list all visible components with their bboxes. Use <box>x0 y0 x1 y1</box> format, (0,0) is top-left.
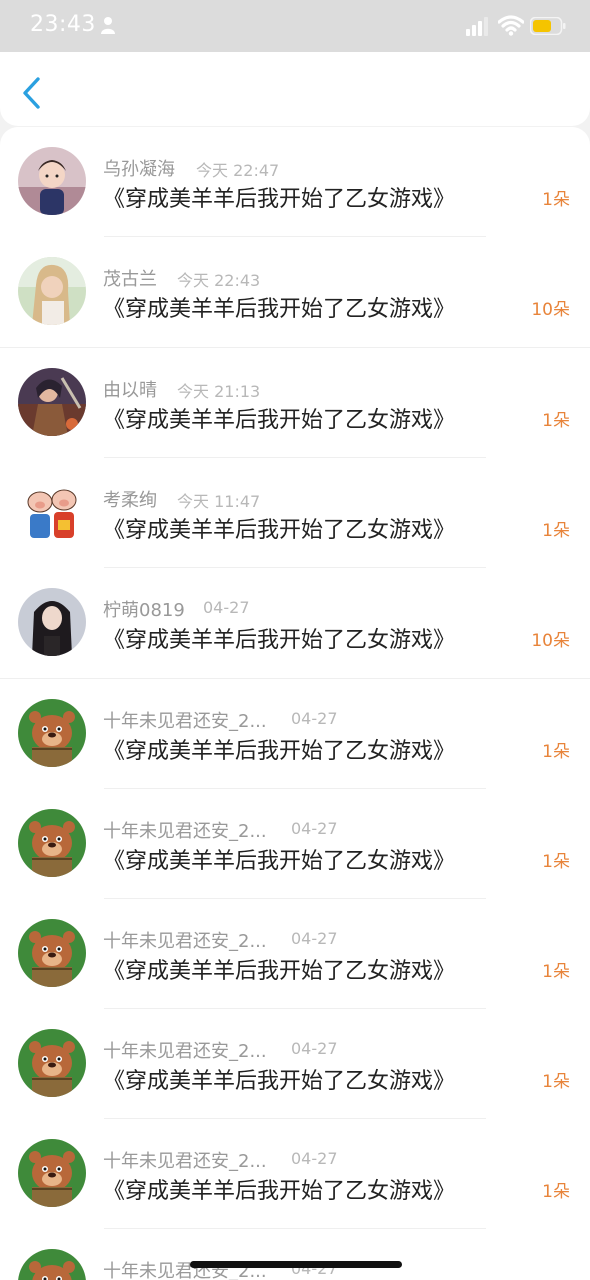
avatar[interactable] <box>18 1029 86 1097</box>
flower-count: 1朵 <box>542 190 570 210</box>
avatar[interactable] <box>18 147 86 215</box>
timestamp: 今天 11:47 <box>177 492 261 511</box>
cartoon-bear <box>18 919 86 987</box>
book-title: 《穿成美羊羊后我开始了乙女游戏》 <box>103 187 456 212</box>
user-name[interactable]: 十年未见君还安_2... <box>103 927 267 953</box>
list-item[interactable]: 十年未见君还安_2... 04-27 《穿成美羊羊后我开始了乙女游戏》 1朵 <box>0 789 590 899</box>
list-item[interactable]: 由以晴 今天 21:13 《穿成美羊羊后我开始了乙女游戏》 1朵 <box>0 348 590 458</box>
user-name[interactable]: 由以晴 <box>103 376 157 402</box>
flower-count: 10朵 <box>531 300 570 320</box>
avatar[interactable] <box>18 478 86 546</box>
user-name[interactable]: 乌孙凝海 <box>103 155 175 181</box>
flower-count: 1朵 <box>542 411 570 431</box>
dark-hair-woman-photo <box>18 588 86 656</box>
flower-count: 1朵 <box>542 1182 570 1202</box>
book-title: 《穿成美羊羊后我开始了乙女游戏》 <box>103 1179 456 1204</box>
list-item[interactable]: 十年未见君还安_2... 04-27 《穿成美羊羊后我开始了乙女游戏》 1朵 <box>0 899 590 1009</box>
book-title: 《穿成美羊羊后我开始了乙女游戏》 <box>103 739 456 764</box>
wifi-icon <box>498 15 524 36</box>
battery-icon <box>530 17 566 35</box>
cartoon-bear <box>18 699 86 767</box>
user-name[interactable]: 十年未见君还安_2... <box>103 1147 267 1173</box>
book-title: 《穿成美羊羊后我开始了乙女游戏》 <box>103 628 456 653</box>
timestamp: 04-27 <box>291 1039 338 1058</box>
list-item[interactable]: 茂古兰 今天 22:43 《穿成美羊羊后我开始了乙女游戏》 10朵 <box>0 237 590 347</box>
game-character-art <box>18 368 86 436</box>
book-title: 《穿成美羊羊后我开始了乙女游戏》 <box>103 959 456 984</box>
cartoon-bear <box>18 1249 86 1280</box>
list-item[interactable]: 乌孙凝海 今天 22:47 《穿成美羊羊后我开始了乙女游戏》 1朵 <box>0 127 590 237</box>
baby-girl-photo <box>18 147 86 215</box>
book-title: 《穿成美羊羊后我开始了乙女游戏》 <box>103 1069 456 1094</box>
timestamp: 今天 22:47 <box>196 161 280 180</box>
gift-record-list: 乌孙凝海 今天 22:47 《穿成美羊羊后我开始了乙女游戏》 1朵 茂古兰 今天… <box>0 127 590 1280</box>
avatar[interactable] <box>18 919 86 987</box>
user-name[interactable]: 十年未见君还安_2... <box>103 707 267 733</box>
user-name[interactable]: 考柔绚 <box>103 486 157 512</box>
list-item[interactable]: 十年未见君还安_2... 04-27 《穿成美羊羊后我开始了乙女游戏》 1朵 <box>0 679 590 789</box>
chevron-left-icon[interactable] <box>16 74 50 112</box>
avatar[interactable] <box>18 1249 86 1280</box>
user-name[interactable]: 十年未见君还安_2... <box>103 817 267 843</box>
cartoon-pigs <box>18 478 86 546</box>
avatar[interactable] <box>18 809 86 877</box>
flower-count: 1朵 <box>542 521 570 541</box>
avatar[interactable] <box>18 588 86 656</box>
avatar[interactable] <box>18 368 86 436</box>
avatar[interactable] <box>18 257 86 325</box>
user-name[interactable]: 十年未见君还安_2... <box>103 1037 267 1063</box>
timestamp: 04-27 <box>291 929 338 948</box>
home-indicator[interactable] <box>190 1261 402 1268</box>
avatar[interactable] <box>18 1139 86 1207</box>
timestamp: 04-27 <box>291 819 338 838</box>
timestamp: 今天 21:13 <box>177 382 261 401</box>
list-item[interactable]: 十年未见君还安_2... 04-27 《穿成美羊羊后我开始了乙女游戏》 1朵 <box>0 1009 590 1119</box>
flower-count: 1朵 <box>542 962 570 982</box>
book-title: 《穿成美羊羊后我开始了乙女游戏》 <box>103 297 456 322</box>
status-bar: 23:43 <box>0 0 590 52</box>
cartoon-bear <box>18 809 86 877</box>
flower-count: 1朵 <box>542 852 570 872</box>
nav-bar <box>0 52 590 126</box>
status-time: 23:43 <box>30 12 96 37</box>
list-item[interactable]: 考柔绚 今天 11:47 《穿成美羊羊后我开始了乙女游戏》 1朵 <box>0 458 590 568</box>
book-title: 《穿成美羊羊后我开始了乙女游戏》 <box>103 408 456 433</box>
list-item[interactable]: 十年未见君还安_2... 04-27 <box>0 1229 590 1280</box>
flower-count: 1朵 <box>542 742 570 762</box>
book-title: 《穿成美羊羊后我开始了乙女游戏》 <box>103 849 456 874</box>
timestamp: 04-27 <box>203 598 250 617</box>
user-name[interactable]: 柠萌0819 <box>103 596 185 622</box>
timestamp: 04-27 <box>291 1149 338 1168</box>
timestamp: 今天 22:43 <box>177 271 261 290</box>
timestamp: 04-27 <box>291 709 338 728</box>
person-icon <box>101 17 115 34</box>
list-item[interactable]: 柠萌0819 04-27 《穿成美羊羊后我开始了乙女游戏》 10朵 <box>0 568 590 678</box>
flower-count: 1朵 <box>542 1072 570 1092</box>
avatar[interactable] <box>18 699 86 767</box>
cartoon-bear <box>18 1029 86 1097</box>
user-name[interactable]: 茂古兰 <box>103 265 157 291</box>
cartoon-bear <box>18 1139 86 1207</box>
blonde-woman-photo <box>18 257 86 325</box>
list-item[interactable]: 十年未见君还安_2... 04-27 《穿成美羊羊后我开始了乙女游戏》 1朵 <box>0 1119 590 1229</box>
signal-icon <box>466 17 488 36</box>
book-title: 《穿成美羊羊后我开始了乙女游戏》 <box>103 518 456 543</box>
flower-count: 10朵 <box>531 631 570 651</box>
